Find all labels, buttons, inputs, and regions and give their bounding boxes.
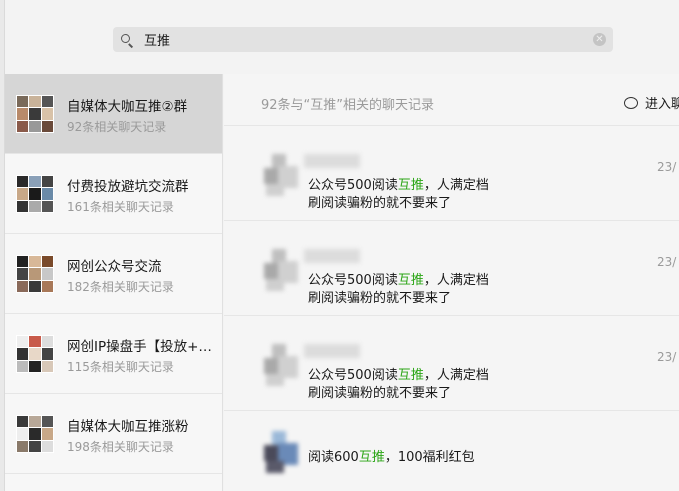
group-avatar bbox=[16, 175, 54, 213]
group-record-count: 92条相关聊天记录 bbox=[67, 120, 167, 134]
message-text-part: ，人满定档 bbox=[423, 368, 489, 383]
message-text-line2: 刷阅读骗粉的就不要来了 bbox=[308, 291, 452, 306]
message-text: 阅读600互推，100福利红包 bbox=[308, 449, 538, 467]
message-date: 23/ bbox=[657, 350, 677, 364]
group-item[interactable]: 付费投放避坑交流群 161条相关聊天记录 bbox=[5, 154, 222, 234]
group-name: 网创IP操盘手【投放+… bbox=[67, 339, 212, 355]
group-item[interactable]: 网创IP操盘手【投放+… 115条相关聊天记录 bbox=[5, 314, 222, 394]
message-text-part: 阅读600 bbox=[308, 450, 359, 465]
message-result[interactable]: 公众号500阅读互推，人满定档 刷阅读骗粉的就不要来了 23/ bbox=[224, 126, 679, 221]
results-header: 92条与“互推”相关的聊天记录 进入聊 bbox=[224, 74, 679, 126]
sender-avatar bbox=[264, 154, 300, 198]
group-avatar bbox=[16, 255, 54, 293]
message-result[interactable]: 公众号500阅读互推，人满定档 刷阅读骗粉的就不要来了 23/ bbox=[224, 221, 679, 316]
message-date: 23/ bbox=[657, 255, 677, 269]
group-avatar bbox=[16, 95, 54, 133]
group-item[interactable]: 自媒体大咖互推②群 92条相关聊天记录 bbox=[5, 74, 222, 154]
message-text: 公众号500阅读互推，人满定档 刷阅读骗粉的就不要来了 bbox=[308, 272, 538, 308]
group-list: 自媒体大咖互推②群 92条相关聊天记录 付费投放避坑交流群 161条相关聊天记录… bbox=[5, 74, 223, 491]
search-icon bbox=[120, 33, 134, 48]
group-name: 网创公众号交流 bbox=[67, 259, 162, 275]
group-record-count: 161条相关聊天记录 bbox=[67, 200, 174, 214]
group-avatar bbox=[16, 415, 54, 453]
sender-name-blurred bbox=[304, 344, 360, 358]
keyword-highlight: 互推 bbox=[358, 450, 385, 465]
group-record-count: 198条相关聊天记录 bbox=[67, 440, 174, 454]
result-count: 92条与“互推”相关的聊天记录 bbox=[261, 98, 435, 113]
search-query[interactable]: 互推 bbox=[144, 30, 170, 49]
enter-chat-button[interactable]: 进入聊 bbox=[624, 93, 679, 112]
keyword-highlight: 互推 bbox=[397, 273, 424, 288]
message-text-part: 公众号500阅读 bbox=[308, 178, 398, 193]
search-results-panel: 92条与“互推”相关的聊天记录 进入聊 公众号500阅读互推，人满定档 刷阅读骗… bbox=[224, 74, 679, 491]
group-item[interactable]: 网创公众号交流 182条相关聊天记录 bbox=[5, 234, 222, 314]
sender-name-blurred bbox=[304, 249, 360, 263]
message-result[interactable]: 公众号500阅读互推，人满定档 刷阅读骗粉的就不要来了 23/ bbox=[224, 316, 679, 411]
message-date: 23/ bbox=[657, 160, 677, 174]
sender-avatar bbox=[264, 249, 300, 293]
message-text-part: 公众号500阅读 bbox=[308, 273, 398, 288]
message-text-line2: 刷阅读骗粉的就不要来了 bbox=[308, 196, 452, 211]
message-text: 公众号500阅读互推，人满定档 刷阅读骗粉的就不要来了 bbox=[308, 177, 538, 213]
message-text-part: ，100福利红包 bbox=[384, 450, 475, 465]
sender-avatar bbox=[264, 344, 300, 388]
sender-avatar bbox=[264, 431, 300, 475]
enter-chat-label: 进入聊 bbox=[645, 97, 679, 112]
keyword-highlight: 互推 bbox=[397, 368, 424, 383]
group-record-count: 182条相关聊天记录 bbox=[67, 280, 174, 294]
message-text-line2: 刷阅读骗粉的就不要来了 bbox=[308, 386, 452, 401]
group-record-count: 115条相关聊天记录 bbox=[67, 360, 174, 374]
group-avatar bbox=[16, 335, 54, 373]
group-item[interactable]: 自媒体大咖互推涨粉 198条相关聊天记录 bbox=[5, 394, 222, 474]
message-result[interactable]: 阅读600互推，100福利红包 bbox=[224, 411, 679, 491]
message-text-part: ，人满定档 bbox=[423, 273, 489, 288]
group-name: 自媒体大咖互推涨粉 bbox=[67, 419, 189, 435]
message-text-part: ，人满定档 bbox=[423, 178, 489, 193]
sender-name-blurred bbox=[304, 154, 360, 168]
group-name: 自媒体大咖互推②群 bbox=[67, 99, 188, 115]
clear-icon[interactable]: ✕ bbox=[593, 33, 606, 46]
chat-bubble-icon bbox=[624, 96, 638, 109]
search-input[interactable]: 互推 ✕ bbox=[113, 27, 613, 52]
message-text: 公众号500阅读互推，人满定档 刷阅读骗粉的就不要来了 bbox=[308, 367, 538, 403]
keyword-highlight: 互推 bbox=[397, 178, 424, 193]
group-name: 付费投放避坑交流群 bbox=[67, 179, 189, 195]
message-text-part: 公众号500阅读 bbox=[308, 368, 398, 383]
